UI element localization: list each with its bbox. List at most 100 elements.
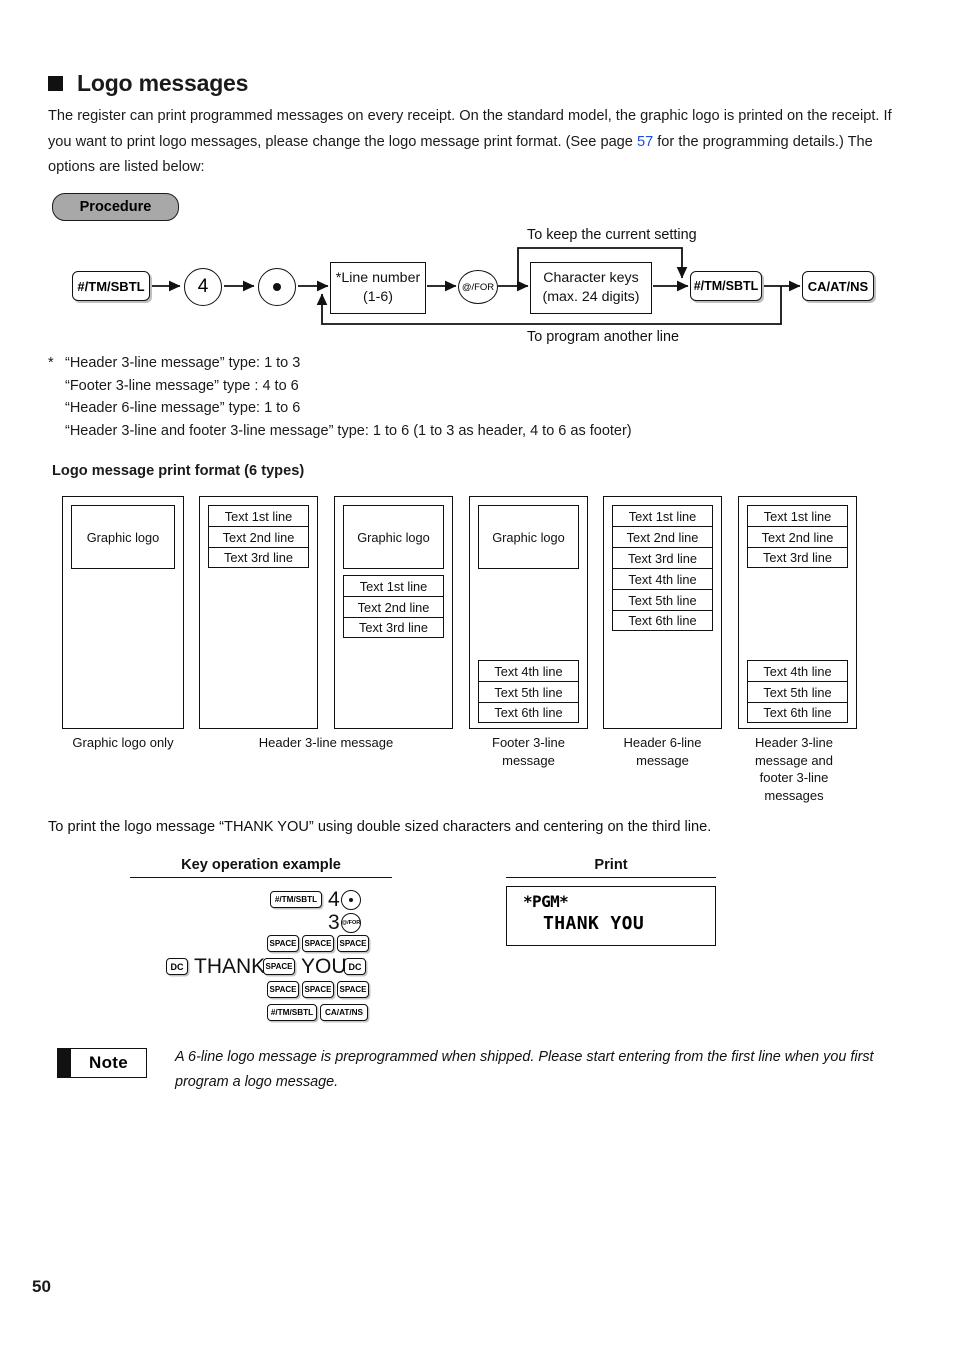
footnote-indent — [48, 375, 65, 398]
footnote-line-1: “Footer 3-line message” type : 4 to 6 — [65, 377, 299, 394]
key-ca-at-ns[interactable]: CA/AT/NS — [802, 271, 874, 301]
kop-decimal-point[interactable] — [341, 890, 361, 910]
kop-ca-at-ns-label: CA/AT/NS — [324, 1008, 364, 1017]
kop-space-label: SPACE — [265, 962, 293, 971]
box-character-keys-l1: Character keys — [543, 270, 639, 286]
text-line-cell: Text 6th line — [612, 610, 713, 631]
text-line-cell: Text 3rd line — [612, 547, 713, 568]
format-caption-4: Header 6-line message — [623, 735, 702, 768]
text-line-cell: Text 6th line — [478, 702, 579, 723]
receipt-line-2: THANK YOU — [543, 913, 645, 934]
key-decimal-point[interactable] — [258, 268, 296, 306]
kop-tm-sbtl-2[interactable]: #/TM/SBTL — [267, 1004, 317, 1021]
kop-tm-sbtl-1-label: #/TM/SBTL — [274, 895, 318, 904]
note-badge: Note — [57, 1048, 147, 1078]
print-header: Print — [506, 857, 716, 878]
kop-space[interactable]: SPACE — [267, 981, 299, 998]
kop-space-label: SPACE — [304, 985, 332, 994]
box-line-number-l2: (1-6) — [363, 289, 393, 305]
format-caption-5: Header 3-line message and footer 3-line … — [754, 735, 834, 803]
kop-tm-sbtl-1[interactable]: #/TM/SBTL — [270, 891, 322, 908]
receipt-line-1: *PGM* — [523, 892, 569, 911]
text-line-cell: Text 3rd line — [747, 547, 848, 568]
kop-tm-sbtl-2-label: #/TM/SBTL — [270, 1008, 314, 1017]
key-tm-sbtl-1-label: #/TM/SBTL — [77, 278, 145, 294]
text-line-cell: Text 1st line — [747, 505, 848, 526]
kop-space-label: SPACE — [269, 985, 297, 994]
graphic-logo-placeholder: Graphic logo — [343, 505, 444, 569]
footnote-line-3: “Header 3-line and footer 3-line message… — [65, 422, 632, 439]
label-program-another-line: To program another line — [527, 329, 679, 345]
text-line-cell: Text 1st line — [343, 575, 444, 596]
format-box-logo-header-3line: Graphic logo Text 1st line Text 2nd line… — [334, 496, 453, 729]
text-line-cell: Text 2nd line — [747, 526, 848, 547]
kop-space-label: SPACE — [339, 985, 367, 994]
footnote-row: “Header 3-line and footer 3-line message… — [48, 420, 632, 443]
note-bar-icon — [58, 1049, 71, 1077]
footnote-row: “Footer 3-line message” type : 4 to 6 — [48, 375, 632, 398]
text-lines-group-bottom: Text 4th line Text 5th line Text 6th lin… — [747, 660, 848, 723]
footnote-indent — [48, 420, 65, 443]
formats-subtitle: Logo message print format (6 types) — [52, 463, 305, 479]
text-line-cell: Text 4th line — [747, 660, 848, 681]
kop-at-for[interactable]: @/FOR — [341, 913, 361, 933]
document-page: Logo messages The register can print pro… — [0, 0, 954, 1349]
text-line-cell: Text 2nd line — [208, 526, 309, 547]
label-keep-current-setting: To keep the current setting — [527, 227, 697, 243]
key-digit-4[interactable]: 4 — [184, 268, 222, 306]
key-ca-at-ns-label: CA/AT/NS — [807, 278, 869, 294]
kop-space[interactable]: SPACE — [337, 935, 369, 952]
format-caption-0: Graphic logo only — [72, 735, 174, 750]
note-text: A 6-line logo message is preprogrammed w… — [175, 1049, 874, 1090]
text-lines-group-top: Text 1st line Text 2nd line Text 3rd lin… — [343, 575, 444, 638]
format-box-graphic-logo-only: Graphic logo — [62, 496, 184, 729]
box-character-keys: Character keys (max. 24 digits) — [530, 262, 652, 314]
kop-dc-close[interactable]: DC — [344, 958, 366, 975]
key-tm-sbtl-2[interactable]: #/TM/SBTL — [690, 271, 762, 301]
decimal-dot-icon — [273, 283, 281, 291]
example-sentence: To print the logo message “THANK YOU” us… — [48, 819, 712, 835]
text-lines-group-top: Text 1st line Text 2nd line Text 3rd lin… — [612, 505, 713, 631]
key-at-for[interactable]: @/FOR — [458, 270, 498, 304]
text-lines-group-top: Text 1st line Text 2nd line Text 3rd lin… — [747, 505, 848, 568]
footnote-list: * “Header 3-line message” type: 1 to 3 “… — [48, 352, 632, 442]
kop-text-thank: THANK — [194, 955, 266, 978]
kop-space[interactable]: SPACE — [302, 981, 334, 998]
footnote-line-0: “Header 3-line message” type: 1 to 3 — [65, 355, 301, 371]
box-line-number-l1: *Line number — [335, 270, 421, 286]
note-badge-label: Note — [89, 1053, 128, 1072]
kop-dc-close-label: DC — [348, 961, 362, 972]
kop-digit-3: 3 — [328, 911, 340, 934]
kop-space[interactable]: SPACE — [302, 935, 334, 952]
kop-dc-open[interactable]: DC — [166, 958, 188, 975]
kop-space[interactable]: SPACE — [263, 958, 295, 975]
footnote-indent — [48, 397, 65, 420]
print-receipt-preview: *PGM* THANK YOU — [506, 886, 716, 946]
text-line-cell: Text 2nd line — [343, 596, 444, 617]
key-tm-sbtl-2-label: #/TM/SBTL — [693, 279, 759, 293]
format-box-header-3line: Text 1st line Text 2nd line Text 3rd lin… — [199, 496, 318, 729]
graphic-logo-placeholder: Graphic logo — [71, 505, 175, 569]
page-number: 50 — [32, 1277, 51, 1296]
kop-space-label: SPACE — [304, 939, 332, 948]
kop-ca-at-ns[interactable]: CA/AT/NS — [320, 1004, 368, 1021]
kop-space[interactable]: SPACE — [337, 981, 369, 998]
format-caption-1: Header 3-line message — [258, 735, 394, 750]
text-line-cell: Text 5th line — [612, 589, 713, 610]
kop-space[interactable]: SPACE — [267, 935, 299, 952]
text-line-cell: Text 6th line — [747, 702, 848, 723]
kop-space-label: SPACE — [339, 939, 367, 948]
text-line-cell: Text 5th line — [478, 681, 579, 702]
key-operation-example-header: Key operation example — [130, 857, 392, 878]
text-line-cell: Text 3rd line — [343, 617, 444, 638]
text-lines-group-top: Text 1st line Text 2nd line Text 3rd lin… — [208, 505, 309, 568]
text-lines-group-bottom: Text 4th line Text 5th line Text 6th lin… — [478, 660, 579, 723]
text-line-cell: Text 2nd line — [612, 526, 713, 547]
footnote-row: “Header 6-line message” type: 1 to 6 — [48, 397, 632, 420]
box-line-number: *Line number (1-6) — [330, 262, 426, 314]
text-line-cell: Text 5th line — [747, 681, 848, 702]
graphic-logo-placeholder: Graphic logo — [478, 505, 579, 569]
key-tm-sbtl-1[interactable]: #/TM/SBTL — [72, 271, 150, 301]
decimal-dot-icon — [348, 897, 354, 903]
kop-space-label: SPACE — [269, 939, 297, 948]
